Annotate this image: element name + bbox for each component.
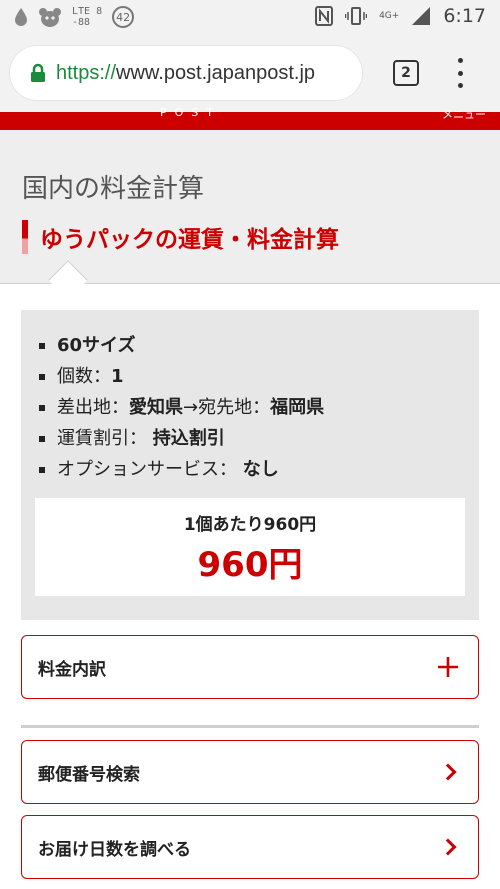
postal-code-search-label: 郵便番号検索 bbox=[38, 764, 140, 785]
discount-value: 持込割引 bbox=[152, 428, 225, 449]
url-text[interactable]: https://www.post.japanpost.jp bbox=[56, 62, 315, 85]
bullet bbox=[39, 404, 45, 411]
clock: 6:17 bbox=[443, 5, 486, 27]
drop-icon bbox=[15, 8, 27, 26]
section-divider bbox=[21, 725, 479, 728]
tab-switcher-button[interactable]: 2 bbox=[393, 60, 419, 86]
plus-icon bbox=[438, 657, 458, 677]
title-section: 国内の料金計算 ゆうパックの運賃・料金計算 bbox=[0, 130, 500, 300]
option-label: オプションサービス： bbox=[57, 459, 237, 480]
notification-count-badge: 42 bbox=[112, 6, 135, 28]
menu-dot bbox=[457, 58, 463, 63]
origin-label: 差出地： bbox=[57, 397, 129, 418]
summary-route: 差出地： 愛知県 → 宛先地： 福岡県 bbox=[39, 392, 324, 423]
face-icon bbox=[39, 8, 61, 27]
subtitle-group: ゆうパックの運賃・料金計算 bbox=[22, 220, 339, 254]
bullet bbox=[39, 373, 45, 380]
total-price: 960円 bbox=[197, 545, 303, 585]
status-right: 4G+ 6:17 bbox=[315, 5, 486, 27]
site-logo-text[interactable]: POST bbox=[160, 106, 221, 119]
calculation-summary: 60サイズ 個数： 1 差出地： 愛知県 → 宛先地： 福岡県 運賃割引： 持込割引 … bbox=[21, 310, 479, 620]
quantity-value: 1 bbox=[111, 366, 124, 387]
destination-value: 福岡県 bbox=[270, 397, 325, 418]
page-subtitle: ゆうパックの運賃・料金計算 bbox=[40, 227, 339, 253]
bullet bbox=[39, 466, 45, 473]
summary-size: 60サイズ bbox=[39, 330, 324, 361]
destination-label: 宛先地： bbox=[198, 397, 271, 418]
quantity-label: 個数： bbox=[57, 366, 111, 387]
fee-breakdown-toggle[interactable]: 料金内訳 bbox=[21, 635, 479, 699]
lte-signal-value: -88 bbox=[72, 17, 91, 28]
network-type-label: 4G+ bbox=[379, 11, 400, 21]
delivery-days-label: お届け日数を調べる bbox=[38, 839, 191, 860]
bullet bbox=[39, 342, 45, 349]
overflow-menu-button[interactable] bbox=[452, 58, 468, 88]
price-card: 1個あたり960円 960円 bbox=[35, 498, 465, 596]
menu-dot bbox=[457, 70, 463, 76]
status-bar: LTE 8 -88 42 4G+ 6:17 bbox=[0, 0, 500, 36]
chevron-right-icon bbox=[439, 763, 457, 781]
lock-icon bbox=[31, 63, 45, 82]
summary-option: オプションサービス： なし bbox=[39, 454, 324, 485]
section-notch bbox=[48, 260, 88, 300]
summary-quantity: 個数： 1 bbox=[39, 361, 324, 392]
summary-discount: 運賃割引： 持込割引 bbox=[39, 423, 324, 454]
summary-list: 60サイズ 個数： 1 差出地： 愛知県 → 宛先地： 福岡県 運賃割引： 持込割引 … bbox=[39, 330, 324, 485]
site-header-strip: POST メニュー bbox=[0, 106, 500, 130]
size-value: 60サイズ bbox=[57, 335, 136, 356]
url-host: www.post.japanpost.jp bbox=[116, 61, 316, 84]
route-arrow: → bbox=[183, 397, 199, 418]
page-title: 国内の料金計算 bbox=[22, 174, 205, 204]
lte-label: LTE 8 bbox=[72, 6, 103, 17]
delivery-days-link[interactable]: お届け日数を調べる bbox=[21, 815, 479, 879]
nfc-icon bbox=[315, 6, 334, 26]
url-scheme: https:// bbox=[56, 61, 117, 84]
vibrate-icon bbox=[345, 7, 368, 25]
lte-indicator: LTE 8 -88 bbox=[72, 6, 102, 28]
menu-dot bbox=[457, 83, 463, 88]
discount-label: 運賃割引： bbox=[57, 428, 147, 449]
origin-value: 愛知県 bbox=[129, 397, 183, 418]
subtitle-accent-bar bbox=[22, 220, 28, 254]
chevron-right-icon bbox=[439, 838, 457, 856]
browser-toolbar: https://www.post.japanpost.jp 2 bbox=[0, 36, 500, 112]
status-left: LTE 8 -88 42 bbox=[14, 6, 135, 28]
signal-icon bbox=[412, 7, 431, 25]
option-value: なし bbox=[242, 459, 279, 480]
postal-code-search-link[interactable]: 郵便番号検索 bbox=[21, 740, 479, 804]
header-menu-text[interactable]: メニュー bbox=[442, 106, 486, 122]
unit-price: 1個あたり960円 bbox=[183, 515, 317, 535]
address-bar[interactable]: https://www.post.japanpost.jp bbox=[10, 46, 362, 100]
fee-breakdown-label: 料金内訳 bbox=[38, 659, 106, 680]
bullet bbox=[39, 435, 45, 442]
